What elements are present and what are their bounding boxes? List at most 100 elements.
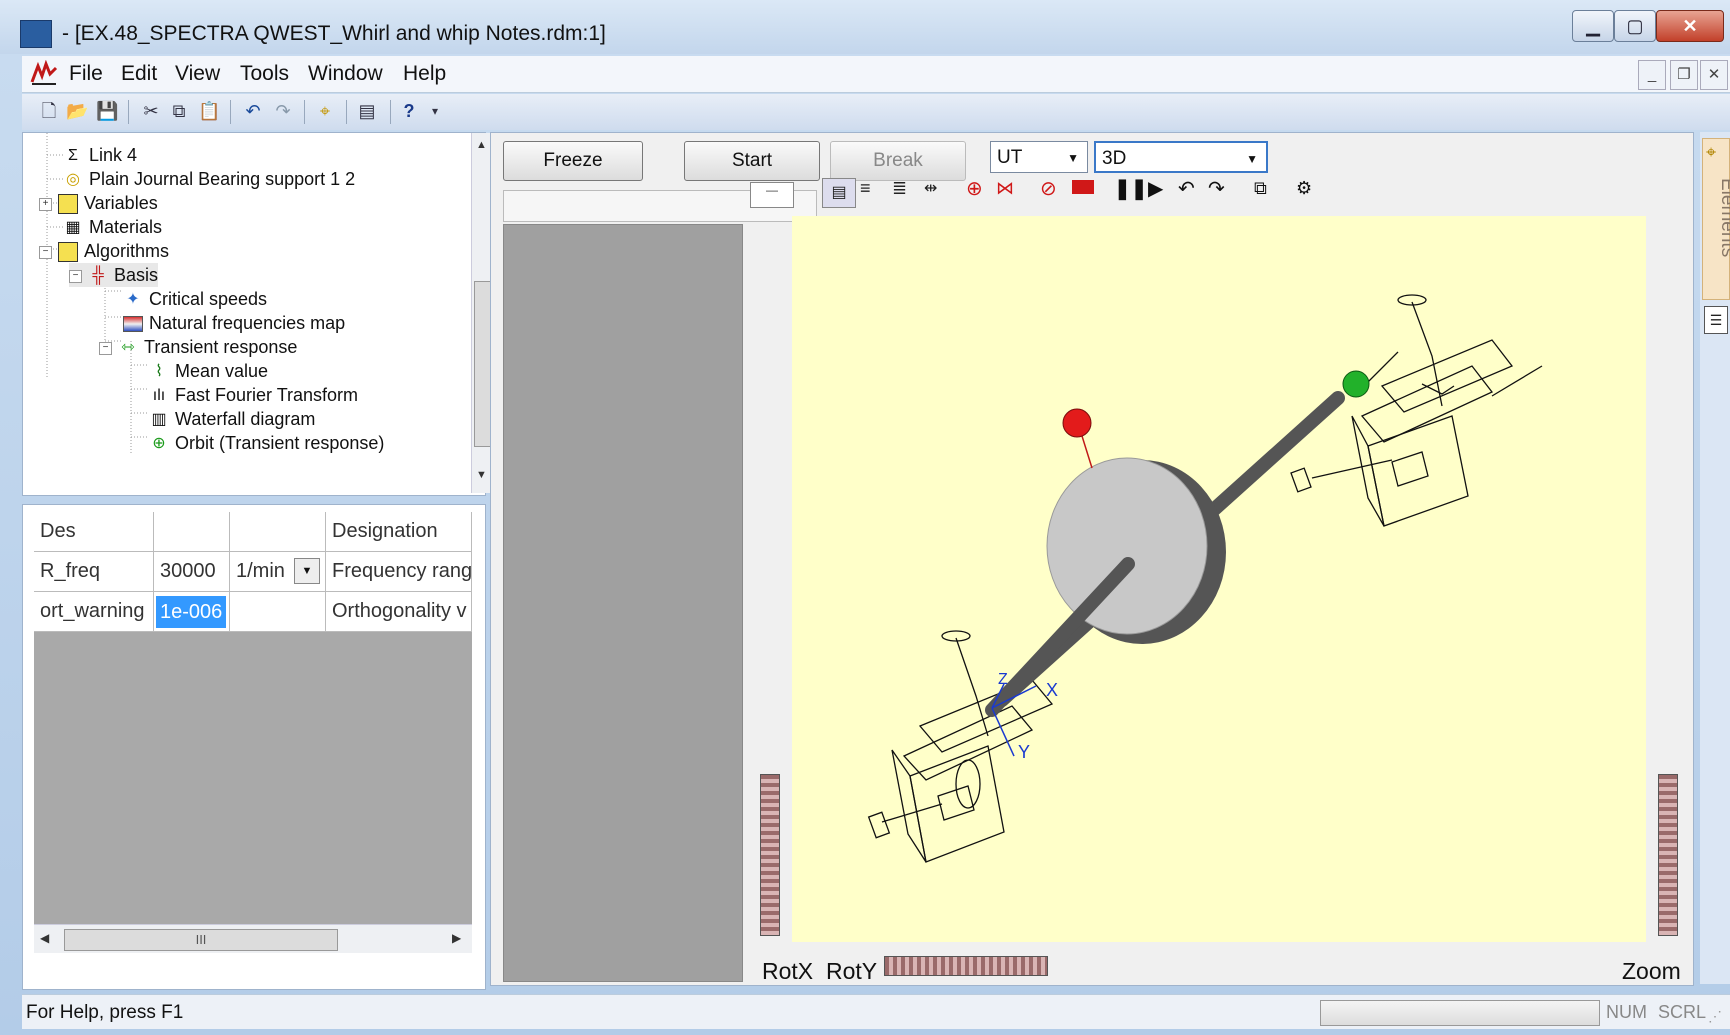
spring-icon[interactable]: ⋈: [996, 178, 1014, 199]
open-folder-icon[interactable]: 📂: [66, 100, 88, 122]
menu-tools[interactable]: Tools: [240, 62, 289, 86]
collapse-icon[interactable]: −: [99, 341, 112, 355]
roty-slider[interactable]: [884, 956, 1048, 976]
app-icon[interactable]: [20, 20, 52, 48]
chevron-down-icon: ▼: [1067, 151, 1079, 165]
tree-item-natural-frequencies-map[interactable]: Natural frequencies map: [123, 311, 345, 335]
red-marker[interactable]: [1062, 408, 1092, 438]
align-left-icon[interactable]: ≡: [860, 178, 871, 199]
expand-icon[interactable]: +: [39, 197, 52, 211]
rotx-slider[interactable]: [760, 774, 780, 936]
unit-dropdown-icon[interactable]: ▼: [294, 558, 320, 584]
tree-item-algorithms[interactable]: − Algorithms: [39, 239, 169, 263]
minimize-button[interactable]: ▁: [1572, 10, 1614, 42]
collapse-icon[interactable]: −: [39, 245, 52, 259]
tree-item-mean-value[interactable]: ⌇ Mean value: [149, 359, 268, 383]
tree-item-label: Basis: [114, 265, 159, 285]
properties-tab-icon[interactable]: ☰: [1704, 306, 1728, 334]
windows-icon[interactable]: ▤: [356, 100, 378, 122]
shaded-view-icon[interactable]: ▤: [822, 178, 856, 208]
scroll-right-icon[interactable]: ▶: [452, 931, 461, 945]
break-button[interactable]: Break: [830, 141, 966, 181]
grid-cell-unit[interactable]: [230, 592, 326, 632]
tree-item-bearing[interactable]: ◎ Plain Journal Bearing support 1 2: [63, 167, 355, 191]
tree-item-fft[interactable]: ılı Fast Fourier Transform: [149, 383, 358, 407]
mdi-minimize-button[interactable]: _: [1638, 60, 1666, 90]
scroll-down-icon[interactable]: ▼: [476, 469, 487, 481]
freeze-button[interactable]: Freeze: [503, 141, 643, 181]
align-center-icon[interactable]: ≣: [892, 178, 907, 199]
undo-icon[interactable]: ↶: [242, 100, 264, 122]
view-frame-icon[interactable]: —: [750, 182, 794, 208]
connect-icon[interactable]: ⇹: [924, 178, 937, 198]
play-icon[interactable]: ▶: [1148, 176, 1163, 201]
zoom-slider[interactable]: [1658, 774, 1678, 936]
grid-cell-name[interactable]: ort_warning: [34, 592, 154, 632]
elements-icon[interactable]: ⌖: [314, 100, 336, 122]
pause-icon[interactable]: ❚❚: [1114, 176, 1148, 201]
target-icon[interactable]: ⊕: [966, 176, 983, 201]
redo-icon[interactable]: ↷: [272, 100, 294, 122]
scroll-left-icon[interactable]: ◀: [40, 931, 49, 945]
rotate-left-icon[interactable]: ↶: [1178, 176, 1195, 201]
axis-x-label: X: [1046, 680, 1058, 700]
mdi-restore-button[interactable]: ❐: [1670, 60, 1698, 90]
copy-icon[interactable]: ⧉: [168, 100, 190, 122]
menu-edit[interactable]: Edit: [121, 62, 157, 86]
start-button[interactable]: Start: [684, 141, 820, 181]
tree-item-link-4[interactable]: Σ Link 4: [63, 143, 137, 167]
roty-label: RotY: [826, 958, 878, 984]
menu-help[interactable]: Help: [403, 62, 446, 86]
maximize-button[interactable]: ▢: [1614, 10, 1656, 42]
help-icon[interactable]: ?: [398, 100, 420, 122]
close-button[interactable]: ✕: [1656, 10, 1724, 42]
toolbar-overflow-icon[interactable]: ▾: [424, 100, 446, 122]
tree-item-waterfall[interactable]: ▥ Waterfall diagram: [149, 407, 315, 431]
copy-image-icon[interactable]: ⧉: [1254, 178, 1267, 199]
grid-cell-value[interactable]: 1e-006: [154, 592, 230, 632]
tree-item-basis[interactable]: − ╬ Basis: [69, 263, 159, 287]
collapse-icon[interactable]: −: [69, 269, 82, 283]
scroll-up-icon[interactable]: ▲: [476, 139, 487, 151]
cut-icon[interactable]: ✂: [140, 100, 162, 122]
tree-item-label: Natural frequencies map: [149, 313, 346, 333]
rotate-right-icon[interactable]: ↷: [1208, 176, 1225, 201]
grid-hscrollbar[interactable]: ◀ III ▶: [34, 924, 472, 953]
mode-select[interactable]: UT ▼: [990, 141, 1088, 173]
mdi-document-icon[interactable]: [30, 59, 58, 86]
tree-item-orbit[interactable]: ⊕ Orbit (Transient response): [149, 431, 384, 455]
menu-window[interactable]: Window: [308, 62, 383, 86]
selected-value[interactable]: 1e-006: [156, 596, 227, 628]
tree-item-label: Transient response: [144, 337, 298, 357]
view-mode-select[interactable]: 3D ▼: [1094, 141, 1268, 173]
grid-hscroll-thumb[interactable]: III: [64, 929, 338, 951]
green-marker-stem: [1367, 351, 1399, 383]
grid-cell-value[interactable]: 30000: [154, 552, 230, 592]
view-settings-icon[interactable]: ⚙: [1296, 178, 1312, 199]
tree-item-label: Mean value: [175, 361, 269, 381]
tree-item-transient-response[interactable]: − ⇿ Transient response: [99, 335, 297, 359]
grid-cell-designation: Frequency rang: [326, 552, 472, 592]
grid-cell-designation: Orthogonality v: [326, 592, 472, 632]
scale-icon[interactable]: [1072, 180, 1094, 194]
new-file-icon[interactable]: 🗋: [38, 100, 60, 122]
mdi-close-button[interactable]: ✕: [1700, 60, 1728, 90]
tree-item-materials[interactable]: ▦ Materials: [63, 215, 162, 239]
resize-grip-icon[interactable]: ⋰: [1708, 1008, 1722, 1025]
tree-item-label: Materials: [89, 217, 163, 237]
tree-item-label: Plain Journal Bearing support 1 2: [89, 169, 356, 189]
3d-viewport[interactable]: X Y Z: [792, 216, 1646, 942]
grid-cell-unit[interactable]: 1/min ▼: [230, 552, 326, 592]
tree-item-critical-speeds[interactable]: ✦ Critical speeds: [123, 287, 267, 311]
paste-icon[interactable]: 📋: [198, 100, 220, 122]
grid-cell-name[interactable]: R_freq: [34, 552, 154, 592]
menu-file[interactable]: File: [69, 62, 103, 86]
toolbar-separator: [128, 100, 129, 124]
save-icon[interactable]: 💾: [96, 100, 118, 122]
num-lock-indicator: NUM: [1606, 1002, 1647, 1022]
green-marker[interactable]: [1342, 370, 1370, 398]
view-side-area: [503, 224, 743, 982]
no-deform-icon[interactable]: ⊘: [1040, 176, 1057, 201]
tree-item-variables[interactable]: + Variables: [39, 191, 158, 215]
menu-view[interactable]: View: [175, 62, 220, 86]
